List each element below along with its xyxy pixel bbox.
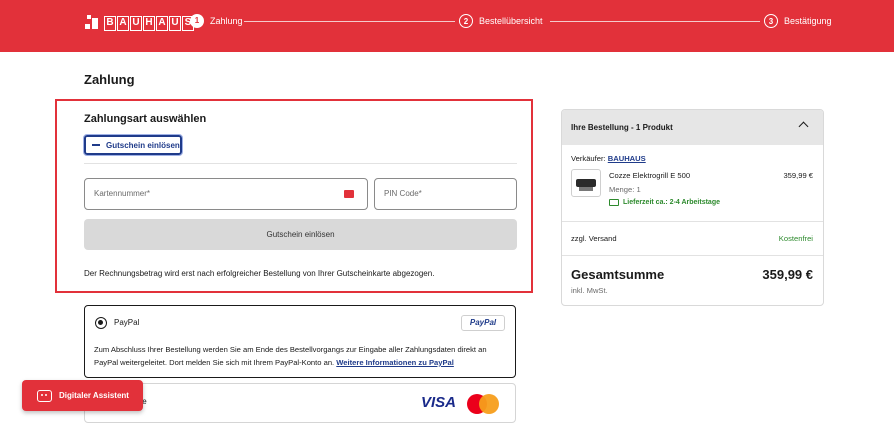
divider — [562, 255, 823, 256]
product-thumbnail — [571, 169, 601, 197]
logo-wordmark: B A U H A U S — [104, 15, 194, 31]
delivery-time-text: Lieferzeit ca.: 2-4 Arbeitstage — [623, 199, 720, 206]
product-quantity: Menge: 1 — [609, 185, 641, 194]
pin-code-input[interactable]: PIN Code* — [374, 178, 517, 210]
section-heading: Zahlungsart auswählen — [84, 113, 207, 125]
shipping-value: Kostenfrei — [778, 234, 813, 243]
seller-info: Verkäufer: BAUHAUS — [571, 154, 646, 163]
logo-letter: H — [143, 15, 155, 31]
voucher-toggle-button[interactable]: Gutschein einlösen — [83, 134, 183, 156]
step-order-overview: 2 Bestellübersicht — [459, 14, 543, 28]
product-price: 359,99 € — [783, 171, 813, 180]
paypal-description: Zum Abschluss Ihrer Bestellung werden Si… — [94, 343, 508, 369]
truck-icon — [609, 199, 619, 206]
total-value: 359,99 € — [762, 267, 813, 282]
divider — [562, 221, 823, 222]
minus-icon — [92, 144, 100, 146]
card-number-placeholder: Kartennummer* — [94, 189, 151, 198]
chat-bot-icon — [37, 389, 52, 402]
credit-card-option[interactable]: te VISA — [84, 383, 516, 423]
logo-letter: B — [104, 15, 116, 31]
logo-letter: U — [130, 15, 142, 31]
visa-icon: VISA — [421, 394, 457, 411]
seller-link[interactable]: BAUHAUS — [608, 154, 646, 163]
chevron-up-icon — [798, 121, 809, 132]
step-label: Bestellübersicht — [479, 16, 543, 26]
step-label: Zahlung — [210, 16, 243, 26]
order-summary-title: Ihre Bestellung - 1 Produkt — [571, 123, 673, 132]
step-connector — [550, 21, 760, 22]
step-connector — [244, 21, 455, 22]
shipping-label: zzgl. Versand — [571, 234, 617, 243]
step-payment: 1 Zahlung — [190, 14, 243, 28]
paypal-info-link[interactable]: Weitere Informationen zu PayPal — [336, 358, 454, 367]
redeem-voucher-button[interactable]: Gutschein einlösen — [84, 219, 517, 250]
logo-letter: A — [156, 15, 168, 31]
pin-placeholder: PIN Code* — [384, 189, 422, 198]
step-label: Bestätigung — [784, 16, 832, 26]
seller-label: Verkäufer: — [571, 154, 606, 163]
delivery-time: Lieferzeit ca.: 2-4 Arbeitstage — [609, 199, 720, 206]
vat-note: inkl. MwSt. — [571, 286, 608, 295]
paypal-option[interactable]: PayPal PayPal Zum Abschluss Ihrer Bestel… — [84, 305, 516, 378]
card-number-input[interactable]: Kartennummer* — [84, 178, 368, 210]
product-name: Cozze Elektrogrill E 500 — [609, 171, 691, 180]
voucher-toggle-label: Gutschein einlösen — [106, 140, 180, 150]
card-icon — [344, 190, 354, 198]
total-label: Gesamtsumme — [571, 267, 665, 282]
order-summary: Ihre Bestellung - 1 Produkt Verkäufer: B… — [561, 109, 824, 306]
step-number: 3 — [764, 14, 778, 28]
logo-house-icon — [85, 15, 98, 29]
assistant-label: Digitaler Assistent — [59, 391, 129, 400]
paypal-logo-icon: PayPal — [461, 315, 505, 331]
divider — [84, 163, 517, 164]
page-title: Zahlung — [84, 72, 135, 87]
bauhaus-logo[interactable]: B A U H A U S — [84, 13, 194, 33]
paypal-radio[interactable] — [95, 317, 107, 329]
order-summary-toggle[interactable]: Ihre Bestellung - 1 Produkt — [562, 110, 823, 145]
logo-letter: U — [169, 15, 181, 31]
digital-assistant-button[interactable]: Digitaler Assistent — [22, 380, 143, 411]
payment-method-section: Zahlungsart auswählen Gutschein einlösen… — [55, 99, 533, 293]
step-number: 2 — [459, 14, 473, 28]
voucher-note: Der Rechnungsbetrag wird erst nach erfol… — [84, 269, 435, 278]
header-bar: B A U H A U S 1 Zahlung 2 Bestellübersic… — [0, 0, 894, 52]
step-confirmation: 3 Bestätigung — [764, 14, 832, 28]
mastercard-icon — [467, 394, 499, 414]
paypal-label: PayPal — [114, 318, 140, 327]
logo-letter: A — [117, 15, 129, 31]
step-number: 1 — [190, 14, 204, 28]
